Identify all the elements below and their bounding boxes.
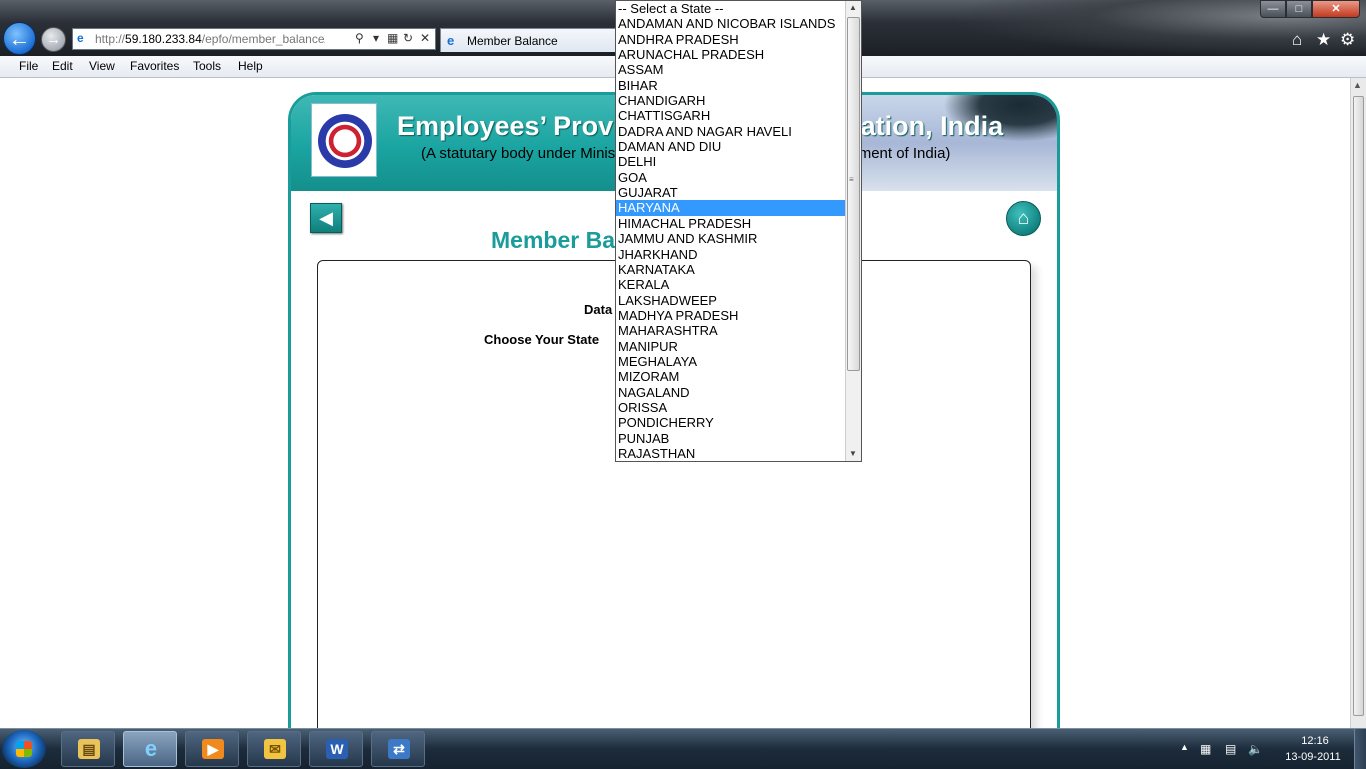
menu-help[interactable]: Help <box>238 59 263 73</box>
internet-explorer-icon: e <box>144 736 158 761</box>
taskbar-media-player[interactable]: ▶ <box>185 731 239 767</box>
outlook-icon: ✉ <box>264 739 286 759</box>
word-icon: W <box>326 739 348 759</box>
state-option[interactable]: MEGHALAYA <box>616 354 846 369</box>
windows-logo-icon <box>16 741 32 757</box>
taskbar-explorer[interactable]: ▤ <box>61 731 115 767</box>
menu-edit[interactable]: Edit <box>52 59 73 73</box>
menu-tools[interactable]: Tools <box>193 59 221 73</box>
state-option[interactable]: BIHAR <box>616 78 846 93</box>
start-button[interactable] <box>2 730 46 768</box>
state-option[interactable]: LAKSHADWEEP <box>616 293 846 308</box>
taskbar-internet-explorer[interactable]: e <box>123 731 177 767</box>
epfo-emblem-icon <box>318 114 372 168</box>
favorites-star-icon[interactable]: ★ <box>1316 30 1331 50</box>
address-bar[interactable]: e http://59.180.233.84/epfo/member_balan… <box>72 28 436 50</box>
taskbar-outlook[interactable]: ✉ <box>247 731 301 767</box>
device-icon[interactable]: ▦ <box>1200 742 1211 756</box>
scroll-up-icon[interactable]: ▲ <box>1353 80 1362 90</box>
windows-taskbar: ▤ e ▶ ✉ W ⇄ ▲ ▦ ▤ 🔈 12:16 13-09-2011 <box>0 728 1366 769</box>
browser-tab-member-balance[interactable]: e Member Balance <box>440 28 616 52</box>
state-options: -- Select a State -- ANDAMAN AND NICOBAR … <box>616 1 846 461</box>
refresh-icon[interactable]: ↻ <box>403 31 413 45</box>
state-option[interactable]: MANIPUR <box>616 339 846 354</box>
url-host: 59.180.233.84 <box>125 32 202 46</box>
state-option[interactable]: GOA <box>616 170 846 185</box>
menu-view[interactable]: View <box>89 59 115 73</box>
state-option[interactable]: JHARKHAND <box>616 247 846 262</box>
state-option[interactable]: MADHYA PRADESH <box>616 308 846 323</box>
home-icon: ⌂ <box>1017 208 1030 229</box>
folder-icon: ▤ <box>78 739 100 759</box>
state-option[interactable]: HIMACHAL PRADESH <box>616 216 846 231</box>
tools-gear-icon[interactable]: ⚙ <box>1340 30 1355 50</box>
clock-date[interactable]: 13-09-2011 <box>1281 751 1345 763</box>
state-option[interactable]: RAJASTHAN <box>616 446 846 461</box>
maximize-button[interactable]: □ <box>1286 0 1312 18</box>
state-dropdown-list[interactable]: -- Select a State -- ANDAMAN AND NICOBAR … <box>615 0 862 462</box>
state-option[interactable]: GUJARAT <box>616 185 846 200</box>
clock-time[interactable]: 12:16 <box>1290 735 1340 747</box>
media-player-icon: ▶ <box>202 739 224 759</box>
scroll-down-icon[interactable]: ▼ <box>849 449 857 458</box>
state-option[interactable]: JAMMU AND KASHMIR <box>616 231 846 246</box>
taskbar-word[interactable]: W <box>309 731 363 767</box>
state-option[interactable]: NAGALAND <box>616 385 846 400</box>
menu-favorites[interactable]: Favorites <box>130 59 179 73</box>
network-icon[interactable]: ▤ <box>1225 742 1236 756</box>
tab-title: Member Balance <box>467 34 558 48</box>
scroll-grip-icon: ≡ <box>849 175 854 184</box>
state-option[interactable]: KARNATAKA <box>616 262 846 277</box>
state-option[interactable]: DELHI <box>616 154 846 169</box>
taskbar-sync-app[interactable]: ⇄ <box>371 731 425 767</box>
browser-back-button[interactable]: ← <box>3 22 36 55</box>
menu-file[interactable]: File <box>19 59 38 73</box>
address-url[interactable]: http://59.180.233.84/epfo/member_balance… <box>95 32 325 46</box>
choose-state-label: Choose Your State <box>484 332 600 347</box>
ie-page-icon: e <box>77 31 84 45</box>
state-option[interactable]: DAMAN AND DIU <box>616 139 846 154</box>
state-option[interactable]: ORISSA <box>616 400 846 415</box>
page-scrollbar[interactable]: ▲ <box>1350 78 1366 728</box>
state-option[interactable]: -- Select a State -- <box>616 1 846 16</box>
back-arrow-icon: ◀ <box>319 208 333 228</box>
dropdown-arrow-icon[interactable]: ▾ <box>373 31 379 45</box>
home-icon[interactable]: ⌂ <box>1292 30 1302 50</box>
state-option[interactable]: CHATTISGARH <box>616 108 846 123</box>
banner-scenery <box>847 95 1057 191</box>
state-option[interactable]: MIZORAM <box>616 369 846 384</box>
page-back-button[interactable]: ◀ <box>310 203 342 233</box>
state-option[interactable]: DADRA AND NAGAR HAVELI <box>616 124 846 139</box>
dropdown-scrollbar[interactable]: ▲ ≡ ▼ <box>845 1 861 461</box>
state-option[interactable]: MAHARASHTRA <box>616 323 846 338</box>
close-window-button[interactable]: ✕ <box>1312 0 1360 18</box>
state-option[interactable]: PUNJAB <box>616 431 846 446</box>
state-option[interactable]: ANDAMAN AND NICOBAR ISLANDS <box>616 16 846 31</box>
state-option[interactable]: ARUNACHAL PRADESH <box>616 47 846 62</box>
minimize-button[interactable]: — <box>1260 0 1286 18</box>
state-option[interactable]: CHANDIGARH <box>616 93 846 108</box>
volume-muted-icon[interactable]: 🔈 <box>1248 742 1263 756</box>
data-label: Data <box>584 302 613 317</box>
ie-tab-icon: e <box>447 33 455 48</box>
epfo-logo <box>311 103 377 177</box>
stop-icon[interactable]: ✕ <box>420 31 430 45</box>
state-option[interactable]: HARYANA <box>616 200 846 216</box>
page-scroll-thumb[interactable] <box>1353 96 1364 716</box>
page-home-button[interactable]: ⌂ <box>1006 201 1041 236</box>
show-desktop-button[interactable] <box>1354 729 1366 769</box>
url-path: /epfo/member_balance/mei <box>201 32 325 46</box>
state-option[interactable]: ASSAM <box>616 62 846 77</box>
browser-forward-button[interactable]: → <box>41 27 66 52</box>
compatibility-view-icon[interactable]: ▦ <box>387 31 398 45</box>
state-option[interactable]: PONDICHERRY <box>616 415 846 430</box>
search-icon[interactable]: ⚲ <box>355 31 364 45</box>
state-option[interactable]: KERALA <box>616 277 846 292</box>
show-hidden-icons[interactable]: ▲ <box>1180 742 1189 752</box>
sync-icon: ⇄ <box>388 739 410 759</box>
dropdown-scroll-thumb[interactable] <box>847 17 860 371</box>
scroll-up-icon[interactable]: ▲ <box>849 3 857 12</box>
url-prefix: http:// <box>95 32 126 46</box>
state-option[interactable]: ANDHRA PRADESH <box>616 32 846 47</box>
